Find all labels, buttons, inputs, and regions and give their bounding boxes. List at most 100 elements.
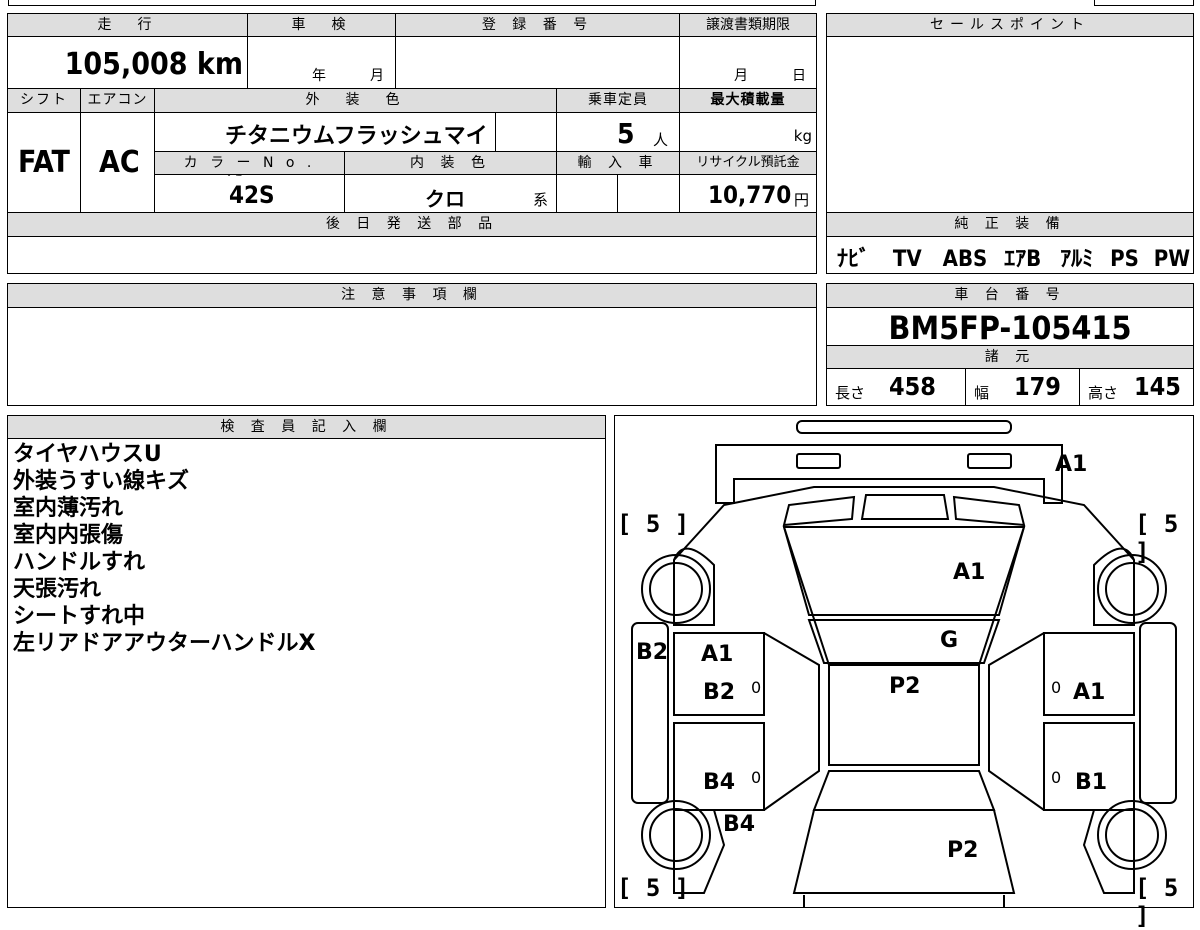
- mark-zero: 0: [1051, 768, 1062, 787]
- equipment-list: ﾅﾋﾞ TV ABS ｴｱB ｱﾙﾐ PS PW: [837, 241, 1190, 273]
- color-no-header: カ ラ ー N o .: [154, 151, 345, 175]
- mileage-header: 走 行: [7, 13, 248, 37]
- mark-left-rear-door: B4: [703, 770, 736, 795]
- interior-color-value: クロ: [425, 187, 465, 211]
- width-value: 179: [1014, 372, 1061, 401]
- tire-front-right-label: [ 5 ]: [1135, 510, 1179, 566]
- equipment-abs: ABS: [942, 247, 988, 272]
- import-cell-2: [617, 174, 680, 213]
- front-right-wheel-inner: [1105, 562, 1159, 616]
- exterior-color-header: 外 装 色: [154, 88, 557, 113]
- right-side-panel-shape: [1139, 622, 1177, 804]
- shift-value: FAT: [18, 145, 70, 180]
- shaken-header: 車 検: [247, 13, 396, 37]
- exterior-color-extra-cell: [495, 112, 557, 152]
- mark-right-front-door: A1: [1073, 680, 1106, 705]
- equipment-airbag: ｴｱB: [1004, 247, 1042, 272]
- mileage-cell: 105,008 km: [7, 36, 248, 89]
- right-headlight-shape: [967, 453, 1012, 469]
- right-door-pillar: [988, 632, 1045, 811]
- spec-header: 諸 元: [826, 345, 1194, 369]
- equipment-pw: PW: [1153, 247, 1191, 272]
- inspector-header: 検 査 員 記 入 欄: [7, 415, 606, 439]
- left-headlight-shape: [796, 453, 841, 469]
- sales-point-header: セールスポイント: [826, 13, 1194, 37]
- top-cutoff-strip: [8, 0, 816, 6]
- registration-value-cell: [395, 36, 680, 89]
- transfer-deadline-header: 譲渡書類期限: [679, 13, 817, 37]
- exterior-color-cell: チタニウムフラッシュマイカ: [154, 112, 496, 181]
- rear-right-wheel-inner: [1105, 808, 1159, 862]
- mark-windshield: G: [940, 628, 959, 653]
- inspector-note: ハンドルすれ: [13, 550, 146, 575]
- right-rear-door-shape: [1043, 722, 1135, 811]
- front-bar-shape: [796, 420, 1012, 434]
- front-left-wheel-inner: [649, 562, 703, 616]
- left-rear-door-shape: [673, 722, 765, 811]
- inspector-note: タイヤハウスU: [13, 442, 162, 467]
- inspector-note: シートすれ中: [13, 604, 146, 629]
- capacity-cell: 5 人: [556, 112, 680, 152]
- mark-left-fender: B2: [636, 640, 669, 665]
- ac-header: エアコン: [80, 88, 155, 113]
- equipment-cell: ﾅﾋﾞ TV ABS ｴｱB ｱﾙﾐ PS PW: [826, 236, 1194, 274]
- tire-rear-left-label: [ 5 ]: [617, 874, 690, 902]
- import-cell-1: [556, 174, 618, 213]
- inspector-note: 室内薄汚れ: [13, 496, 124, 521]
- width-cell: 幅 179: [965, 368, 1080, 406]
- length-cell: 長さ 458: [826, 368, 966, 406]
- rear-left-wheel: [641, 800, 711, 870]
- inspector-note: 左リアドアアウターハンドルX: [13, 631, 316, 656]
- chassis-header: 車 台 番 号: [826, 283, 1194, 308]
- inspector-note: 外装うすい線キズ: [13, 469, 190, 494]
- equipment-tv: TV: [892, 247, 922, 272]
- body-front-outline: [673, 486, 1135, 561]
- max-load-unit: kg: [793, 127, 812, 145]
- mark-zero: 0: [751, 678, 762, 697]
- tire-rear-right-label: [ 5 ]: [1135, 874, 1179, 930]
- mark-front-bumper: A1: [1055, 452, 1088, 477]
- recycle-deposit-value: 10,770: [708, 181, 792, 209]
- mark-trunk: P2: [947, 838, 979, 863]
- height-cell: 高さ 145: [1079, 368, 1194, 406]
- interior-color-suffix: 系: [533, 191, 549, 209]
- interior-color-header: 内 装 色: [344, 151, 557, 175]
- max-load-header: 最大積載量: [679, 88, 817, 113]
- car-diagram-panel: [ 5 ] [ 5 ] [ 5 ] [ 5 ] A1 A1 G P2 B2 A1…: [614, 415, 1194, 930]
- shaken-cell: 年 月: [247, 36, 396, 89]
- recycle-deposit-header: リサイクル預託金: [679, 151, 817, 175]
- windshield-shape: [807, 619, 1001, 664]
- rear-left-wheel-inner: [649, 808, 703, 862]
- mark-right-rear-door: B1: [1075, 770, 1108, 795]
- mark-zero: 0: [751, 768, 762, 787]
- mileage-value: 105,008 km: [64, 47, 243, 82]
- equipment-header: 純 正 装 備: [826, 212, 1194, 237]
- front-left-wheel: [641, 554, 711, 624]
- notice-header: 注 意 事 項 欄: [7, 283, 817, 308]
- left-a-pillar: [783, 526, 830, 666]
- shaken-month-label: 月: [370, 68, 384, 84]
- color-no-value: 42S: [229, 181, 275, 209]
- import-header: 輸 入 車: [556, 151, 680, 175]
- max-load-cell: kg: [679, 112, 817, 152]
- capacity-header: 乗車定員: [556, 88, 680, 113]
- mark-roof: P2: [889, 674, 921, 699]
- color-no-cell: 42S: [154, 174, 345, 213]
- registration-header: 登 録 番 号: [395, 13, 680, 37]
- right-lamp-shape: [952, 495, 1026, 527]
- mark-left-rear-fender: B4: [723, 812, 756, 837]
- mark-left-front-door-2: B2: [703, 680, 736, 705]
- parts-later-cell: [7, 236, 817, 274]
- grille-shape: [860, 494, 950, 520]
- ac-cell: AC: [80, 112, 155, 213]
- capacity-value: 5: [617, 117, 635, 150]
- tire-front-left-label: [ 5 ]: [617, 510, 690, 538]
- chassis-cell: BM5FP-105415: [826, 307, 1194, 347]
- rear-bumper-shape: [803, 895, 1005, 908]
- mark-zero: 0: [1051, 678, 1062, 697]
- transfer-deadline-cell: 月 日: [679, 36, 817, 89]
- height-value: 145: [1134, 372, 1181, 401]
- ac-value: AC: [99, 145, 140, 180]
- rear-right-wheel: [1097, 800, 1167, 870]
- left-lamp-shape: [782, 495, 856, 527]
